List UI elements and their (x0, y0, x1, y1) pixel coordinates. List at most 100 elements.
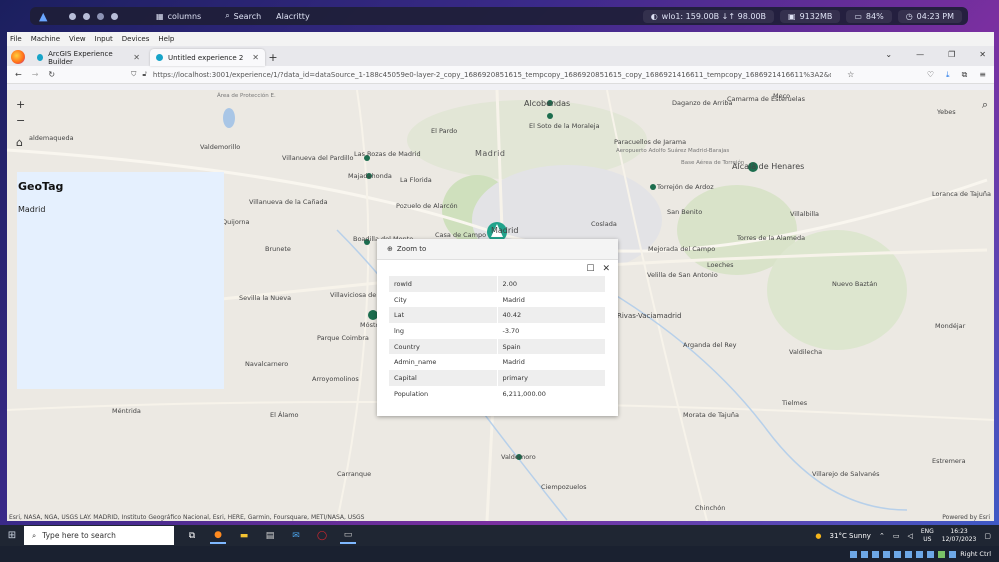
map-attribution: Esri, NASA, NGA, USGS LAY. MADRID, Insti… (9, 514, 365, 521)
table-row: lng -3.70 (389, 323, 605, 339)
menu-machine[interactable]: Machine (31, 35, 60, 43)
menu-hamburger-icon[interactable]: ≡ (979, 70, 986, 80)
vm-network-icon[interactable] (883, 550, 891, 558)
bookmark-star-icon[interactable]: ☆ (847, 70, 854, 79)
dock-popup-icon[interactable]: ☐ (586, 264, 594, 276)
firefox-taskbar-icon[interactable]: ● (210, 528, 226, 544)
workspace-dot-1[interactable] (69, 12, 76, 20)
map-label: San Benito (667, 208, 703, 216)
menu-view[interactable]: View (69, 35, 86, 43)
maximize-icon[interactable]: ❐ (948, 50, 955, 59)
weather-text[interactable]: 31°C Sunny (830, 532, 871, 540)
weather-sun-icon[interactable]: ● (815, 532, 821, 540)
pocket-icon[interactable]: ♡ (927, 70, 934, 80)
vm-display-icon[interactable] (916, 550, 924, 558)
layout-button[interactable]: ▦ columns (156, 12, 201, 21)
map-label: Villalbilla (790, 210, 820, 218)
download-icon[interactable]: ⤓ (946, 70, 950, 80)
search-launcher[interactable]: ⌕ Search (225, 11, 261, 21)
workspace-indicators[interactable] (69, 12, 118, 20)
clock-status[interactable]: ◷ 04:23 PM (897, 9, 962, 23)
vm-shared-folder-icon[interactable] (905, 550, 913, 558)
map-label: Paracuellos de Jarama (614, 138, 687, 146)
attr-key: Country (389, 338, 498, 355)
map-label: Valdemorillo (200, 143, 241, 151)
vm-keyboard-icon[interactable] (949, 550, 957, 558)
close-window-icon[interactable]: ✕ (979, 50, 986, 59)
taskbar-search-box[interactable]: ⌕ Type here to search (24, 526, 174, 545)
close-tab-icon[interactable]: ✕ (133, 53, 140, 62)
tray-chevron-icon[interactable]: ⌃ (879, 532, 885, 540)
volume-icon[interactable]: ◁ (907, 532, 912, 540)
attr-value: 40.42 (497, 307, 605, 324)
map-view[interactable]: + − ⌂ ⌕ Alcobendas El Soto de la Moralej… (7, 90, 994, 521)
vm-audio-icon[interactable] (872, 550, 880, 558)
powered-by-esri[interactable]: Powered by Esri (942, 514, 990, 521)
vm-recording-icon[interactable] (927, 550, 935, 558)
vm-usb-icon[interactable] (894, 550, 902, 558)
terminal-icon[interactable]: ▭ (340, 528, 356, 544)
opera-icon[interactable]: ◯ (314, 528, 330, 544)
firefox-icon[interactable] (11, 50, 25, 64)
language-indicator[interactable]: ENG US (921, 528, 934, 544)
workspace-dot-2[interactable] (83, 12, 90, 20)
workspace-dot-4[interactable] (111, 12, 118, 20)
vm-status-bar: Right Ctrl (0, 546, 999, 562)
map-label: Aeropuerto Adolfo Suárez Madrid-Barajas (616, 148, 730, 154)
map-label: Brunete (265, 245, 291, 253)
menu-file[interactable]: File (10, 35, 22, 43)
extensions-icon[interactable]: ⧉ (962, 70, 968, 80)
network-status[interactable]: ◐ wlo1: 159.00B ↓↑ 98.00B (642, 9, 775, 23)
map-label: Arroyomolinos (312, 375, 359, 383)
arch-logo-icon[interactable]: ▲ (39, 10, 53, 23)
forward-icon[interactable]: → (32, 70, 39, 79)
notification-icon[interactable]: ▢ (984, 532, 991, 540)
vm-cpu-icon[interactable] (938, 550, 946, 558)
search-label: Search (233, 11, 262, 21)
tab-experience-builder[interactable]: ArcGIS Experience Builder ✕ (31, 49, 146, 66)
zoom-to-button[interactable]: ⊕ Zoom to (377, 239, 618, 260)
close-tab-icon[interactable]: ✕ (252, 53, 259, 62)
city-marker (650, 184, 656, 190)
new-tab-button[interactable]: + (265, 49, 281, 66)
memory-status[interactable]: ▣ 9132MB (780, 9, 841, 23)
shield-icon[interactable]: ⛉ (131, 70, 136, 79)
memory-icon: ▣ (788, 11, 796, 21)
network-tray-icon[interactable]: ▭ (893, 532, 900, 540)
menu-devices[interactable]: Devices (122, 35, 150, 43)
clock-icon: ◷ (905, 11, 913, 21)
map-search-icon[interactable]: ⌕ (982, 98, 988, 112)
vm-optical-icon[interactable] (861, 550, 869, 558)
battery-status[interactable]: ▭ 84% (846, 9, 892, 23)
home-icon[interactable]: ⌂ (16, 136, 23, 149)
lock-warning-icon[interactable]: 🔓︎ (142, 70, 147, 79)
map-label: Camarma de Esteruelas (727, 95, 805, 103)
url-text[interactable]: https://localhost:3001/experience/1/?dat… (153, 71, 831, 79)
tab-list-icon[interactable]: ⌄ (885, 50, 892, 59)
url-bar[interactable]: ⛉ 🔓︎ https://localhost:3001/experience/1… (131, 70, 831, 79)
tab-untitled-experience[interactable]: Untitled experience 2 ✕ (150, 49, 265, 66)
geotag-value: Madrid (18, 205, 46, 214)
reload-icon[interactable]: ↻ (48, 70, 55, 79)
menu-input[interactable]: Input (95, 35, 113, 43)
close-popup-icon[interactable]: ✕ (602, 264, 610, 276)
workspace-dot-3[interactable] (97, 12, 104, 20)
windows-start-icon[interactable]: ⊞ (0, 530, 24, 541)
map-label: Mondéjar (935, 322, 966, 330)
mail-icon[interactable]: ✉ (288, 528, 304, 544)
map-label: El Soto de la Moraleja (529, 122, 600, 130)
system-top-bar: ▲ ▦ columns ⌕ Search Alacritty ◐ wlo1: 1… (30, 7, 968, 25)
taskbar-clock[interactable]: 16:23 12/07/2023 (942, 528, 977, 544)
zoom-in-icon[interactable]: + (16, 98, 25, 111)
zoom-out-icon[interactable]: − (16, 114, 25, 127)
task-view-icon[interactable]: ⧉ (184, 528, 200, 544)
map-label: Ciempozuelos (541, 483, 587, 491)
attr-key: Lat (389, 307, 498, 324)
store-icon[interactable]: ▤ (262, 528, 278, 544)
minimize-icon[interactable]: — (916, 50, 924, 59)
back-icon[interactable]: ← (15, 70, 22, 79)
file-explorer-icon[interactable]: ▬ (236, 528, 252, 544)
menu-help[interactable]: Help (158, 35, 174, 43)
terrain-patch (767, 230, 907, 350)
vm-hdd-icon[interactable] (850, 550, 858, 558)
